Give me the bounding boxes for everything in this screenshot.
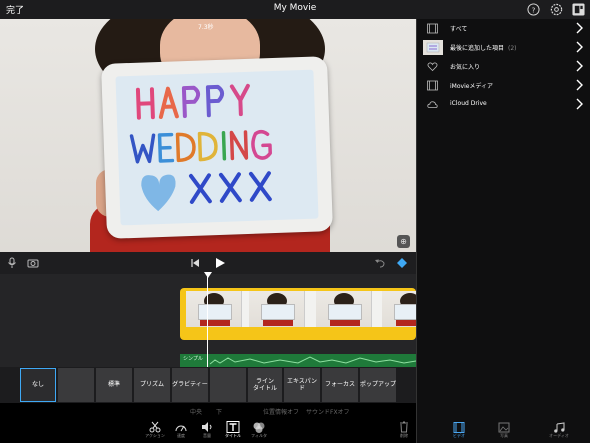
handwritten-drawing bbox=[129, 83, 272, 212]
media-row-favorites[interactable]: お気に入り bbox=[417, 57, 590, 76]
chevron-right-icon bbox=[576, 79, 583, 91]
audio-waveform bbox=[209, 356, 416, 365]
filter-tool[interactable]: フィルタ bbox=[245, 421, 273, 439]
title-options-row: 中央 下 位置情報オフ サウンドFXオフ bbox=[0, 403, 416, 420]
speaker-icon bbox=[202, 422, 212, 432]
video-preview[interactable]: 7.3秒 ⊕ bbox=[0, 19, 416, 252]
title-style-focus[interactable]: フォーカス bbox=[322, 368, 358, 402]
clip-frame bbox=[316, 291, 372, 327]
cloud-icon bbox=[427, 101, 438, 108]
media-browser: すべて 最後に追加した項目 (2) お気に入り iMovieメディア iCloud… bbox=[416, 19, 590, 420]
location-off-option[interactable]: 位置情報オフ bbox=[263, 407, 299, 416]
preview-ipad-screen bbox=[115, 69, 319, 226]
title-style-expand[interactable]: エキスパンド bbox=[284, 368, 320, 402]
preview-ipad-sign bbox=[101, 56, 333, 239]
title-style-prism[interactable]: プリズム bbox=[134, 368, 170, 402]
camera-icon[interactable] bbox=[27, 257, 39, 269]
project-title: My Movie bbox=[273, 3, 317, 13]
clip-frames bbox=[186, 291, 416, 327]
timeline[interactable]: シンプル bbox=[0, 272, 416, 367]
chevron-right-icon bbox=[576, 60, 583, 72]
chevron-right-icon bbox=[576, 22, 583, 34]
title-style-gravity[interactable]: グラビティー bbox=[172, 368, 208, 402]
media-type-tabs: ビデオ 写真 オーディオ bbox=[416, 420, 590, 443]
chevron-right-icon bbox=[576, 41, 583, 53]
tab-video[interactable]: ビデオ bbox=[439, 422, 479, 439]
title-style-none[interactable]: なし bbox=[20, 368, 56, 402]
title-style-item[interactable] bbox=[58, 368, 94, 402]
media-row-all[interactable]: すべて bbox=[417, 19, 590, 38]
zoom-icon[interactable]: ⊕ bbox=[397, 235, 410, 248]
filter-icon bbox=[253, 422, 265, 433]
help-icon[interactable]: ? bbox=[527, 3, 540, 16]
svg-text:?: ? bbox=[532, 5, 536, 14]
title-style-popup[interactable]: ポップアップ bbox=[360, 368, 396, 402]
recent-thumbnail-icon bbox=[423, 40, 443, 55]
media-row-imovie-media[interactable]: iMovieメディア bbox=[417, 76, 590, 95]
photo-icon bbox=[498, 422, 510, 433]
timestamp-label: 7.3秒 bbox=[198, 24, 214, 31]
audio-waveform-icon[interactable] bbox=[396, 257, 408, 269]
clip-frame bbox=[249, 291, 305, 327]
media-row-label: 最後に追加した項目 (2) bbox=[450, 45, 517, 52]
delete-tool[interactable]: 削除 bbox=[390, 421, 418, 439]
undo-icon[interactable] bbox=[374, 257, 386, 269]
tab-photos[interactable]: 写真 bbox=[484, 422, 524, 439]
action-tool[interactable]: アクション bbox=[141, 421, 169, 439]
media-row-icloud-drive[interactable]: iCloud Drive bbox=[417, 95, 590, 114]
lower-option[interactable]: 下 bbox=[216, 407, 222, 416]
media-browser-toggle-icon[interactable] bbox=[572, 3, 585, 16]
film-icon bbox=[427, 80, 438, 91]
title-style-line[interactable]: ライン タイトル bbox=[248, 368, 282, 402]
heart-icon bbox=[427, 62, 438, 72]
tab-audio[interactable]: オーディオ bbox=[539, 422, 579, 439]
microphone-icon[interactable] bbox=[6, 257, 18, 269]
music-note-icon bbox=[554, 422, 565, 433]
title-style-item[interactable] bbox=[210, 368, 246, 402]
speed-tool[interactable]: 速度 bbox=[167, 421, 195, 439]
scissors-icon bbox=[149, 421, 161, 433]
clip-frame bbox=[186, 291, 242, 327]
top-bar: 完了 My Movie ? bbox=[0, 0, 590, 19]
skip-to-start-icon[interactable] bbox=[189, 257, 201, 269]
settings-icon[interactable] bbox=[550, 3, 563, 16]
title-tool[interactable]: タイトル bbox=[219, 421, 247, 439]
playhead[interactable] bbox=[207, 274, 208, 367]
film-strip-icon bbox=[453, 422, 465, 433]
audio-track[interactable]: シンプル bbox=[180, 354, 416, 367]
media-row-recently-added[interactable]: 最後に追加した項目 (2) bbox=[417, 38, 590, 57]
playhead-marker[interactable] bbox=[204, 272, 212, 278]
trash-icon bbox=[400, 421, 408, 433]
sound-fx-off-option[interactable]: サウンドFXオフ bbox=[306, 407, 350, 416]
clip-frame bbox=[382, 291, 416, 327]
chevron-right-icon bbox=[576, 98, 583, 110]
volume-tool[interactable]: 音量 bbox=[193, 421, 221, 439]
film-icon bbox=[427, 23, 438, 34]
title-icon bbox=[226, 421, 240, 433]
title-style-strip: なし 標準 プリズム グラビティー ライン タイトル エキスパンド フォーカス … bbox=[0, 367, 416, 403]
edit-toolbar: アクション 速度 音量 タイトル フィルタ 削除 bbox=[0, 420, 416, 443]
center-option[interactable]: 中央 bbox=[190, 407, 202, 416]
video-clip[interactable] bbox=[180, 288, 416, 340]
speedometer-icon bbox=[175, 425, 187, 432]
play-icon[interactable] bbox=[214, 257, 226, 269]
title-style-standard[interactable]: 標準 bbox=[96, 368, 132, 402]
playback-bar bbox=[0, 252, 416, 274]
